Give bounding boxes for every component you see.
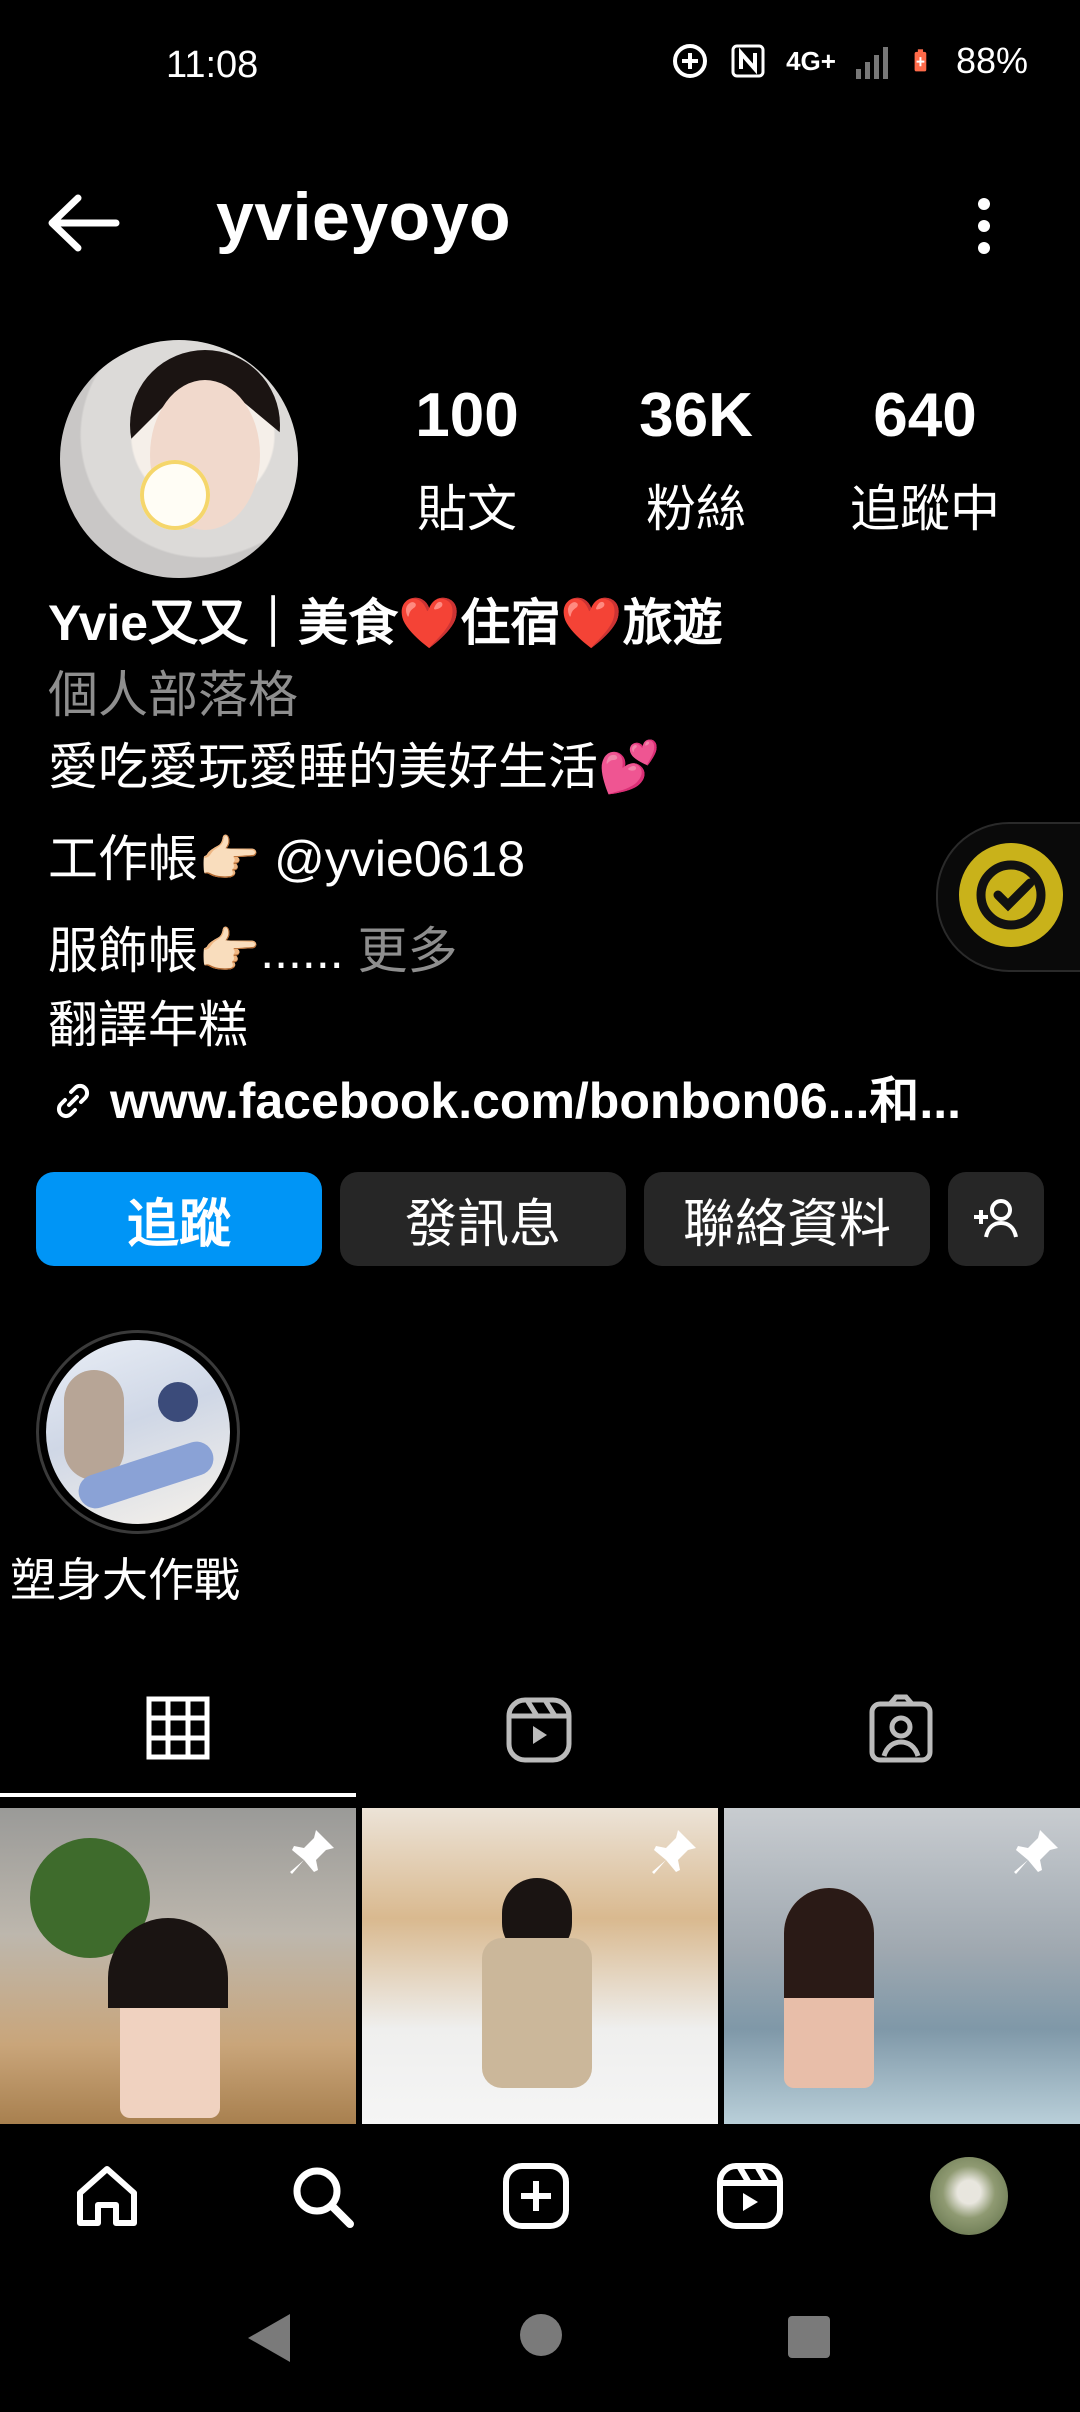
signal-icon bbox=[855, 47, 888, 79]
battery-icon bbox=[914, 49, 927, 72]
stat-posts-count: 100 bbox=[415, 381, 519, 450]
search-icon[interactable] bbox=[287, 2161, 357, 2231]
system-recents-icon[interactable] bbox=[786, 2314, 832, 2360]
network-type: 4G+ bbox=[786, 45, 836, 76]
bio-line-2[interactable]: 工作帳👉🏻 @yvie0618 bbox=[48, 834, 525, 884]
reels-tab-icon[interactable] bbox=[505, 1696, 573, 1764]
more-options-icon[interactable] bbox=[960, 190, 1008, 262]
system-home-icon[interactable] bbox=[518, 2312, 564, 2358]
system-nav bbox=[0, 2300, 1080, 2380]
create-post-icon[interactable] bbox=[501, 2161, 571, 2231]
battery-percent: 88% bbox=[955, 40, 1028, 81]
active-tab-indicator bbox=[0, 1793, 356, 1797]
add-person-icon bbox=[974, 1199, 1018, 1238]
bottom-nav bbox=[0, 2126, 1080, 2266]
follow-button[interactable]: 追蹤 bbox=[36, 1172, 322, 1266]
stat-following-count: 640 bbox=[873, 381, 977, 450]
stat-followers-count: 36K bbox=[639, 381, 753, 450]
highlight-label: 塑身大作戰 bbox=[10, 1554, 240, 1606]
home-icon[interactable] bbox=[72, 2161, 142, 2231]
pin-icon bbox=[290, 1830, 334, 1874]
check-circle-icon bbox=[959, 843, 1063, 947]
profile-link[interactable]: www.facebook.com/bonbon06...和... bbox=[50, 1076, 961, 1126]
post-thumbnail[interactable] bbox=[0, 1808, 356, 2124]
stat-followers-label: 粉絲 bbox=[646, 481, 746, 537]
post-thumbnail[interactable] bbox=[724, 1808, 1080, 2124]
bio-more-link[interactable]: 更多 bbox=[358, 923, 458, 979]
status-icons: 4G+ 88% bbox=[670, 40, 1028, 82]
back-arrow-icon[interactable] bbox=[44, 188, 124, 258]
system-back-icon[interactable] bbox=[240, 2308, 296, 2368]
bio-line-1: 愛吃愛玩愛睡的美好生活💕 bbox=[48, 739, 661, 795]
profile-name: Yvie又又｜美食❤️住宿❤️旅遊 bbox=[48, 595, 723, 651]
nfc-icon bbox=[731, 44, 765, 78]
highlight-item[interactable] bbox=[36, 1330, 240, 1534]
profile-nav-avatar[interactable] bbox=[929, 2157, 1008, 2235]
stat-followers[interactable]: 36K 粉絲 bbox=[591, 385, 801, 541]
content-tabs bbox=[0, 1660, 1080, 1800]
data-saver-icon bbox=[673, 44, 708, 78]
pin-icon bbox=[652, 1830, 696, 1874]
bio-line-3-text: 服飾帳👉🏻...... bbox=[48, 923, 344, 979]
profile-category: 個人部落格 bbox=[48, 667, 298, 723]
floating-assist-button[interactable] bbox=[936, 822, 1080, 972]
profile-username: yvieyoyo bbox=[216, 179, 512, 255]
bio-line-3: 服飾帳👉🏻...... 更多 bbox=[48, 926, 458, 976]
profile-avatar[interactable] bbox=[60, 340, 298, 578]
message-button[interactable]: 發訊息 bbox=[340, 1172, 626, 1266]
post-thumbnail[interactable] bbox=[362, 1808, 718, 2124]
translate-link[interactable]: 翻譯年糕 bbox=[48, 1000, 248, 1050]
highlight-cover bbox=[46, 1340, 230, 1524]
stat-posts-label: 貼文 bbox=[417, 481, 517, 537]
reels-icon[interactable] bbox=[715, 2161, 785, 2231]
tagged-tab-icon[interactable] bbox=[868, 1694, 934, 1764]
grid-icon[interactable] bbox=[146, 1696, 210, 1760]
status-time: 11:08 bbox=[166, 44, 259, 86]
suggest-user-button[interactable] bbox=[948, 1172, 1044, 1266]
contact-button[interactable]: 聯絡資料 bbox=[644, 1172, 930, 1266]
stat-posts[interactable]: 100 貼文 bbox=[362, 385, 572, 541]
stat-following[interactable]: 640 追蹤中 bbox=[820, 385, 1030, 541]
stat-following-label: 追蹤中 bbox=[850, 481, 1000, 537]
link-icon bbox=[56, 1083, 90, 1119]
profile-link-text: www.facebook.com/bonbon06...和... bbox=[110, 1073, 962, 1129]
pin-icon bbox=[1014, 1830, 1058, 1874]
